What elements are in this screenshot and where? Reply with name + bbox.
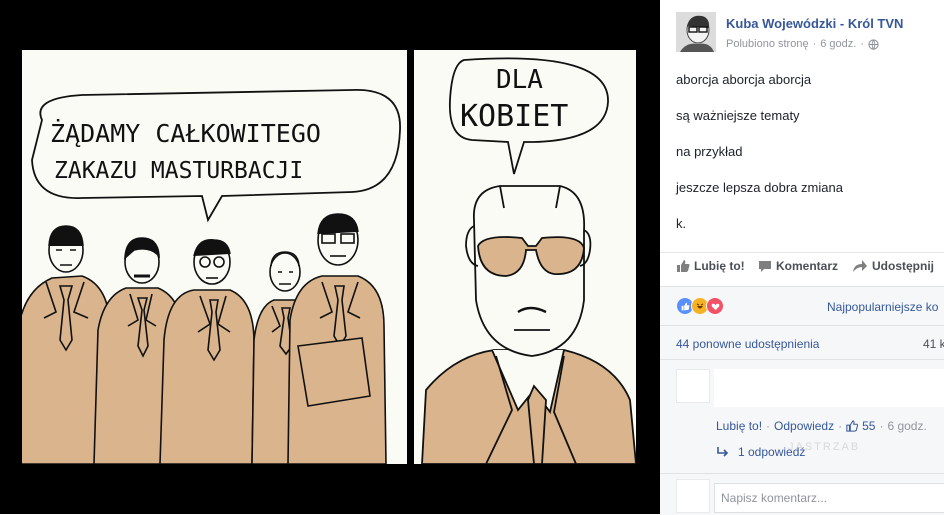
comment-input-box[interactable] (714, 483, 944, 513)
author-avatar-image (676, 12, 716, 52)
caption-kobiet: KOBIET (460, 99, 568, 134)
post-text-line-3: na przykład (676, 144, 743, 159)
speech-bubble-left (31, 89, 401, 223)
comment-button[interactable]: Komentarz (758, 259, 838, 273)
watermark-logo: JASTRZAB (788, 441, 861, 453)
post-text-line-4: jeszcze lepsza dobra zmiana (676, 180, 843, 195)
post-meta: Polubiono stronę · 6 godz. · (726, 38, 879, 50)
man-5-figure (287, 213, 387, 464)
comment-likes-count[interactable]: 55 (862, 419, 875, 433)
viewer-avatar (676, 479, 710, 513)
comment-separator-2: · (838, 419, 843, 433)
globe-icon[interactable] (868, 38, 879, 50)
post-text-line-5: k. (676, 216, 687, 231)
reactions-summary[interactable] (676, 297, 724, 315)
comment-label: Komentarz (776, 259, 839, 273)
man-glasses-figure (421, 185, 636, 464)
man-3-figure (159, 239, 255, 464)
commenter-avatar[interactable] (676, 369, 710, 403)
caption-line-2: ZAKAZU MASTURBACJI (54, 158, 303, 184)
comment-input[interactable] (715, 484, 944, 512)
shares-count[interactable]: 44 ponowne udostępnienia (676, 337, 819, 351)
cartoon-drawing-right: DLA KOBIET (421, 57, 636, 464)
comment-reply-link[interactable]: Odpowiedz (774, 419, 834, 433)
comment-actions: Lubię to! · Odpowiedz · 55 · 6 godz. (716, 419, 927, 433)
like-button[interactable]: Lubię to! (676, 259, 745, 273)
comment-like-link[interactable]: Lubię to! (716, 419, 762, 433)
comments-section: Najpopularniejsze ko 44 ponowne udostępn… (660, 286, 944, 515)
meta-separator: · (812, 38, 817, 50)
caption-line-1: ŻĄDAMY CAŁKOWITEGO (50, 119, 321, 148)
caption-dla: DLA (496, 65, 543, 95)
liked-page-label: Polubiono stronę (726, 38, 809, 50)
thumbs-up-icon (677, 260, 690, 272)
views-count: 41 k (923, 337, 944, 351)
meta-separator-2: · (860, 38, 864, 50)
author-avatar[interactable] (676, 12, 716, 52)
share-button[interactable]: Udostępnij (852, 259, 934, 273)
comment-bubble (714, 369, 944, 407)
post-text-line-1: aborcja aborcja aborcja (676, 72, 812, 87)
share-label: Udostępnij (872, 259, 934, 273)
cartoon-panel-right: DLA KOBIET (414, 50, 636, 464)
comment-sort-dropdown[interactable]: Najpopularniejsze ko (827, 300, 938, 314)
post-time[interactable]: 6 godz. (820, 38, 856, 50)
comment-separator-3: · (879, 419, 884, 433)
comment-time[interactable]: 6 godz. (887, 419, 926, 433)
divider-3 (660, 473, 944, 474)
comment-separator: · (766, 419, 771, 433)
like-label: Lubię to! (694, 259, 745, 273)
divider-1 (660, 325, 944, 326)
thumbs-up-icon (846, 420, 859, 432)
cartoon-panel-left: ŻĄDAMY CAŁKOWITEGO ZAKAZU MASTURBACJI (22, 50, 407, 464)
comment-icon (759, 261, 771, 272)
post-image[interactable]: ŻĄDAMY CAŁKOWITEGO ZAKAZU MASTURBACJI DL… (0, 0, 660, 514)
cartoon-drawing-left: ŻĄDAMY CAŁKOWITEGO ZAKAZU MASTURBACJI (22, 89, 401, 464)
post-sidebar: Kuba Wojewódzki - Król TVN Polubiono str… (660, 0, 944, 515)
love-reaction-icon (706, 297, 724, 315)
post-actions-bar: Lubię to! Komentarz Udostępnij (660, 252, 944, 281)
share-arrow-icon (853, 260, 867, 272)
post-text-line-2: są ważniejsze tematy (676, 108, 800, 123)
divider-2 (660, 359, 944, 360)
author-name[interactable]: Kuba Wojewódzki - Król TVN (726, 16, 903, 31)
reply-arrow-icon (717, 447, 729, 457)
